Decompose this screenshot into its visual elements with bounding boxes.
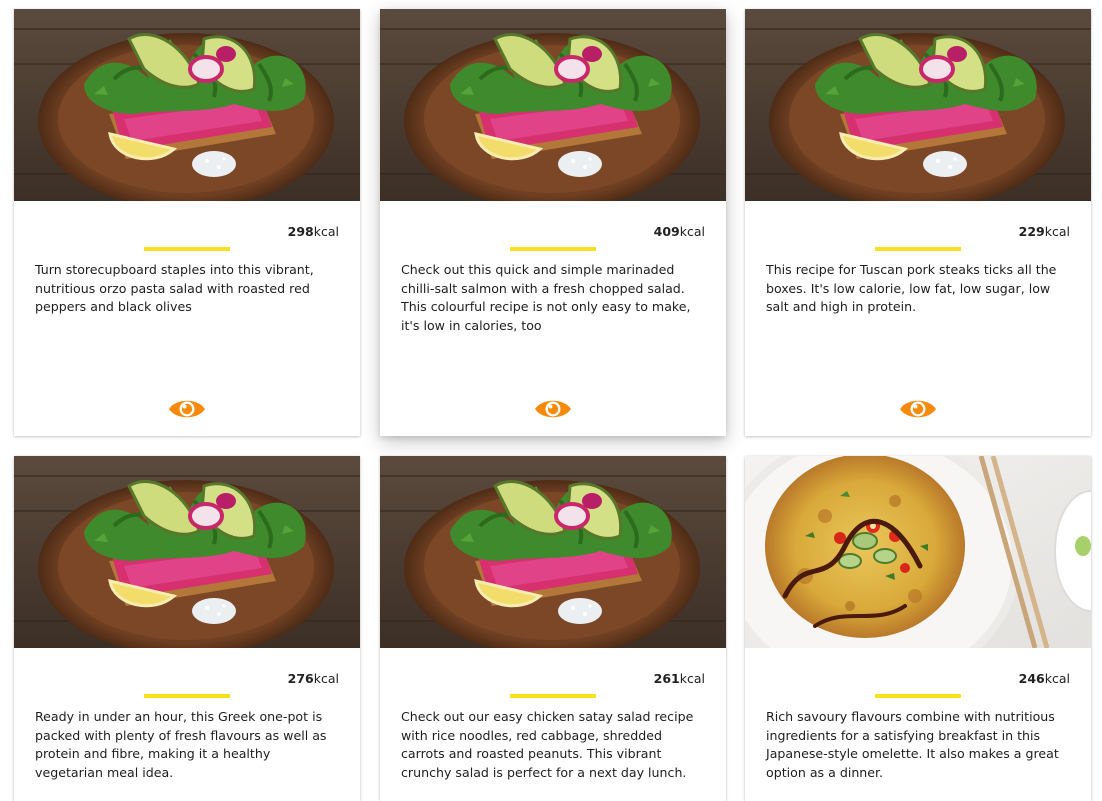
eye-icon[interactable] bbox=[534, 396, 572, 422]
recipe-description: Ready in under an hour, this Greek one-p… bbox=[35, 709, 327, 781]
recipe-card[interactable]: 229kcal This recipe for Tuscan pork stea… bbox=[745, 9, 1091, 436]
calorie-count: 246kcal bbox=[1018, 671, 1070, 686]
eye-icon[interactable] bbox=[168, 396, 206, 422]
recipe-image bbox=[745, 456, 1091, 648]
calorie-count: 298kcal bbox=[287, 224, 339, 239]
recipe-description: Check out our easy chicken satay salad r… bbox=[401, 709, 694, 781]
divider bbox=[510, 247, 596, 251]
recipe-card[interactable]: 261kcal Check out our easy chicken satay… bbox=[380, 456, 726, 801]
recipe-card[interactable]: 298kcal Turn storecupboard staples into … bbox=[14, 9, 360, 436]
recipe-card[interactable]: 409kcal Check out this quick and simple … bbox=[380, 9, 726, 436]
calorie-count: 229kcal bbox=[1018, 224, 1070, 239]
recipe-image bbox=[14, 456, 360, 648]
recipe-image bbox=[380, 9, 726, 201]
recipe-image bbox=[14, 9, 360, 201]
recipe-description: This recipe for Tuscan pork steaks ticks… bbox=[766, 262, 1057, 315]
divider bbox=[144, 694, 230, 698]
divider bbox=[144, 247, 230, 251]
divider bbox=[510, 694, 596, 698]
recipe-card[interactable]: 246kcal Rich savoury flavours combine wi… bbox=[745, 456, 1091, 801]
recipe-grid: 298kcal Turn storecupboard staples into … bbox=[0, 0, 1102, 801]
eye-icon[interactable] bbox=[899, 396, 937, 422]
recipe-image bbox=[745, 9, 1091, 201]
recipe-description: Rich savoury flavours combine with nutri… bbox=[766, 709, 1059, 781]
calorie-count: 276kcal bbox=[287, 671, 339, 686]
calorie-count: 261kcal bbox=[653, 671, 705, 686]
divider bbox=[875, 694, 961, 698]
recipe-image bbox=[380, 456, 726, 648]
recipe-description: Check out this quick and simple marinade… bbox=[401, 262, 691, 334]
recipe-description: Turn storecupboard staples into this vib… bbox=[35, 262, 314, 315]
divider bbox=[875, 247, 961, 251]
recipe-card[interactable]: 276kcal Ready in under an hour, this Gre… bbox=[14, 456, 360, 801]
calorie-count: 409kcal bbox=[653, 224, 705, 239]
